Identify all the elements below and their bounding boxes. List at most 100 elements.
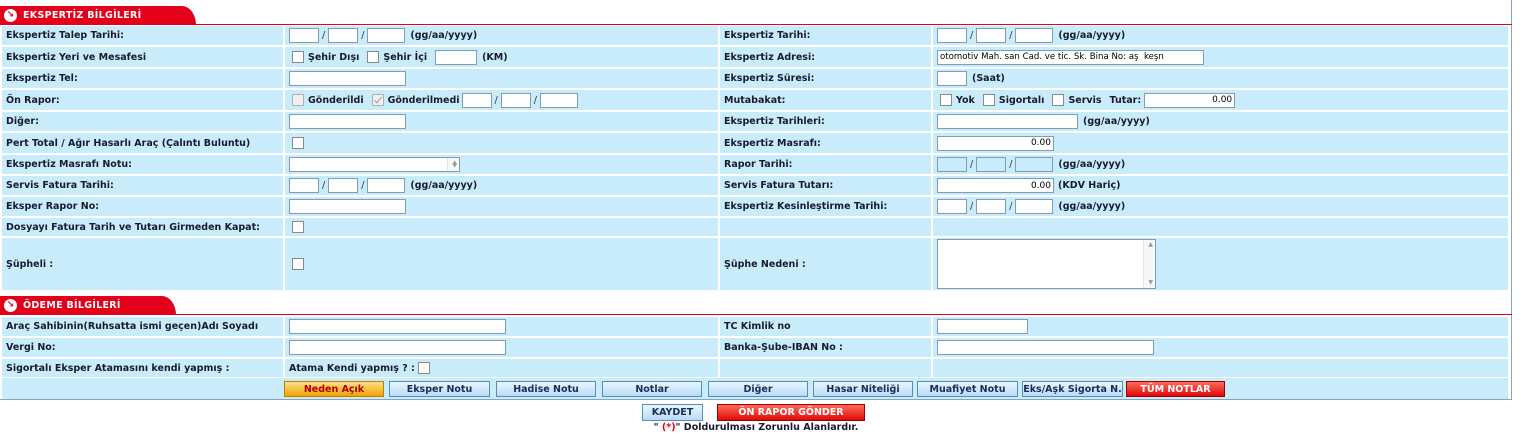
talep-day-input[interactable] — [289, 28, 319, 43]
unit-label: (KM) — [482, 51, 508, 63]
sehir-ici-checkbox[interactable] — [367, 51, 380, 63]
atama-label: Atama Kendi yapmış ? : — [289, 362, 415, 374]
scroll-down-icon: ▼ — [1148, 279, 1153, 286]
rapor-year-input[interactable] — [1015, 157, 1054, 172]
field-label: Ekspertiz Tarihleri: — [720, 112, 933, 131]
date-format-hint: (gg/aa/yyyy) — [1058, 159, 1126, 170]
form-row: Diğer: Ekspertiz Tarihleri: (gg/aa/yyyy) — [2, 112, 1508, 131]
field-label: Eksper Rapor No: — [2, 197, 285, 216]
neden-acik-button[interactable]: Neden Açık — [284, 381, 384, 397]
yok-checkbox[interactable] — [940, 94, 952, 106]
save-button[interactable]: KAYDET — [642, 404, 703, 421]
gonderilmedi-checkbox[interactable] — [371, 94, 384, 106]
field-label: Ekspertiz Yeri ve Mesafesi — [2, 47, 285, 67]
eksper-notu-button[interactable]: Eksper Notu — [389, 381, 490, 397]
servis-checkbox[interactable] — [1052, 94, 1065, 106]
arac-sahibi-input[interactable] — [289, 319, 506, 334]
form-row: Vergi No: Banka-Şube-IBAN No : — [2, 338, 1508, 357]
section-header-odeme: ↘ ÖDEME BİLGİLERİ — [0, 296, 1512, 315]
scrollbar[interactable]: ▲ ▼ — [447, 158, 459, 171]
arrow-down-right-icon: ↘ — [4, 9, 17, 22]
tutar-label: Tutar: — [1109, 94, 1142, 106]
field-label: Ekspertiz Masrafı Notu: — [2, 155, 285, 174]
field-label: Servis Fatura Tutarı: — [720, 176, 933, 195]
section-title: ÖDEME BİLGİLERİ — [23, 300, 121, 311]
checkbox-label: Gönderildi — [308, 94, 364, 106]
talep-year-input[interactable] — [367, 28, 406, 43]
masraf-input[interactable] — [937, 135, 1054, 151]
field-label: Banka-Şube-IBAN No : — [720, 338, 933, 357]
mutabakat-tutar-input[interactable] — [1144, 92, 1236, 108]
address-input[interactable] — [937, 49, 1204, 65]
duration-input[interactable] — [937, 71, 967, 86]
supheli-checkbox[interactable] — [292, 258, 304, 270]
ekspertiz-month-input[interactable] — [976, 28, 1007, 43]
form-row: Şüpheli : Şüphe Nedeni : ▲ ▼ — [2, 238, 1508, 290]
km-input[interactable] — [435, 49, 478, 65]
on-rapor-day-input[interactable] — [461, 92, 492, 108]
field-label: Ekspertiz Tarihi: — [720, 26, 933, 45]
form-row: Servis Fatura Tarihi: / / (gg/aa/yyyy) S… — [2, 176, 1508, 195]
ekspertiz-day-input[interactable] — [937, 28, 967, 43]
sigortali-checkbox[interactable] — [982, 94, 995, 106]
scroll-up-icon: ▲ — [1148, 241, 1153, 248]
kesin-day-input[interactable] — [937, 199, 967, 214]
notlar-button[interactable]: Notlar — [602, 381, 702, 397]
fatura-tutar-input[interactable] — [937, 178, 1054, 193]
field-label: Diğer: — [2, 112, 285, 131]
hasar-niteligi-button[interactable]: Hasar Niteliği — [813, 381, 913, 397]
sehir-disi-checkbox[interactable] — [292, 51, 304, 63]
form-row: Ön Rapor: Gönderildi Gönderilmedi / / Mu… — [2, 90, 1508, 110]
date-format-hint: (gg/aa/yyyy) — [1058, 201, 1126, 212]
muafiyet-notu-button[interactable]: Muafiyet Notu — [917, 381, 1018, 397]
field-label: Ekspertiz Adresi: — [720, 47, 933, 67]
eksper-rapor-no-input[interactable] — [289, 199, 406, 214]
masraf-notu-textarea[interactable]: ▲ ▼ — [289, 157, 460, 172]
form-row: Ekspertiz Talep Tarihi: / / (gg/aa/yyyy)… — [2, 26, 1508, 45]
checkbox-label: Sigortalı — [998, 94, 1045, 106]
suphe-nedeni-textarea[interactable]: ▲ ▼ — [937, 239, 1156, 289]
vergi-no-input[interactable] — [289, 340, 506, 355]
on-rapor-year-input[interactable] — [539, 92, 578, 108]
tc-kimlik-input[interactable] — [937, 319, 1028, 334]
field-label: Pert Total / Ağır Hasarlı Araç (Çalıntı … — [2, 133, 285, 153]
send-pre-report-button[interactable]: ÖN RAPOR GÖNDER — [717, 404, 865, 421]
field-label: Vergi No: — [2, 338, 285, 357]
field-label: Araç Sahibinin(Ruhsatta ismi geçen)Adı S… — [2, 317, 285, 336]
phone-input[interactable] — [289, 71, 406, 86]
form-row: Eksper Rapor No: Ekspertiz Kesinleştirme… — [2, 197, 1508, 216]
gonderildi-checkbox[interactable] — [292, 94, 304, 106]
rapor-month-input[interactable] — [976, 157, 1007, 172]
field-label: Mutabakat: — [720, 90, 933, 110]
fatura-day-input[interactable] — [289, 178, 319, 193]
fatura-year-input[interactable] — [367, 178, 406, 193]
on-rapor-month-input[interactable] — [500, 92, 531, 108]
checkbox-label: Yok — [956, 94, 975, 106]
iban-input[interactable] — [937, 340, 1154, 355]
field-label: Ekspertiz Tel: — [2, 69, 285, 88]
kesin-month-input[interactable] — [976, 199, 1007, 214]
rapor-day-input[interactable] — [937, 157, 967, 172]
date-format-hint: (gg/aa/yyyy) — [410, 180, 478, 191]
diger-button[interactable]: Diğer — [708, 381, 808, 397]
tarihleri-input[interactable] — [937, 114, 1078, 129]
checkbox-label: Gönderilmedi — [387, 94, 460, 106]
ekspertiz-year-input[interactable] — [1015, 28, 1054, 43]
eks-ask-sigorta-button[interactable]: Eks/Aşk Sigorta N. — [1022, 381, 1123, 397]
hadise-notu-button[interactable]: Hadise Notu — [496, 381, 596, 397]
tum-notlar-button[interactable]: TÜM NOTLAR — [1126, 381, 1225, 397]
unit-label: (Saat) — [972, 73, 1005, 84]
required-fields-note: " (*)" Doldurulması Zorunlu Alanlardır. — [653, 422, 859, 433]
kesin-year-input[interactable] — [1015, 199, 1054, 214]
field-label: Rapor Tarihi: — [720, 155, 933, 174]
fatura-month-input[interactable] — [328, 178, 359, 193]
scrollbar[interactable]: ▲ ▼ — [1143, 240, 1155, 288]
kdv-note: (KDV Hariç) — [1058, 180, 1121, 191]
atama-kendi-checkbox[interactable] — [417, 362, 430, 374]
scroll-down-icon: ▼ — [452, 162, 457, 169]
diger-input[interactable] — [289, 114, 406, 129]
talep-month-input[interactable] — [328, 28, 359, 43]
field-label: TC Kimlik no — [720, 317, 933, 336]
dosya-kapat-checkbox[interactable] — [292, 221, 304, 233]
pert-total-checkbox[interactable] — [292, 137, 304, 149]
